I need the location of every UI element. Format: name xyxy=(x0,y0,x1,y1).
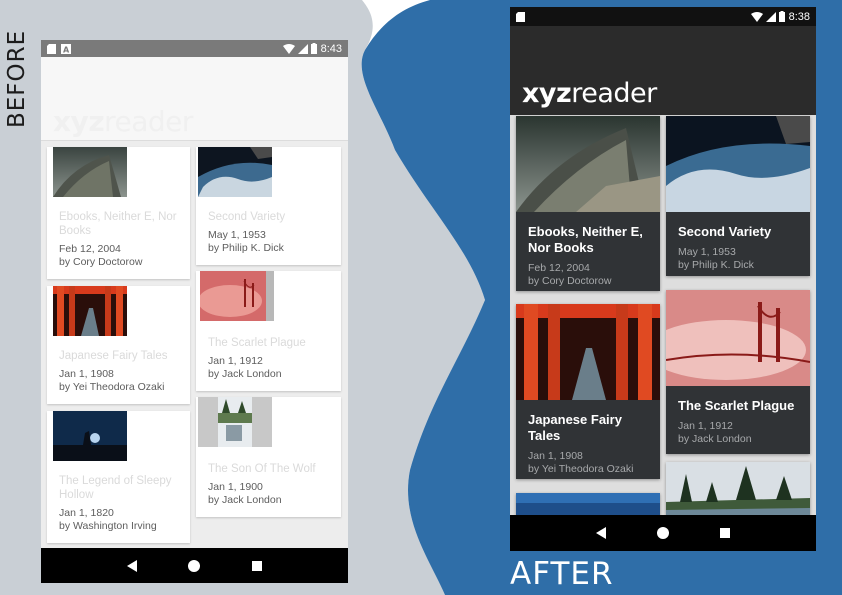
article-thumbnail xyxy=(53,286,127,336)
article-date: Jan 1, 1912 xyxy=(208,355,263,367)
article-image xyxy=(516,116,660,212)
app-logo: xyzreader xyxy=(522,78,657,109)
article-thumbnail xyxy=(200,271,274,321)
article-date: Jan 1, 1908 xyxy=(528,450,583,462)
article-card[interactable]: The Legend of Sleepy Hollow Jan 1, 1820 b… xyxy=(47,411,190,543)
recents-icon[interactable] xyxy=(252,560,263,571)
back-icon[interactable] xyxy=(595,527,606,539)
article-date: Feb 12, 2004 xyxy=(528,262,590,274)
sd-card-icon xyxy=(47,43,56,54)
article-date: Feb 12, 2004 xyxy=(59,243,121,255)
battery-icon xyxy=(310,43,317,54)
status-bar: 8:38 xyxy=(510,7,816,26)
svg-text:A: A xyxy=(63,45,70,54)
article-author: by Jack London xyxy=(208,368,282,380)
recents-icon[interactable] xyxy=(720,528,731,538)
article-title: The Legend of Sleepy Hollow xyxy=(59,475,172,501)
article-date: Jan 1, 1908 xyxy=(59,368,114,380)
article-thumbnail xyxy=(53,411,127,461)
after-label: AFTER xyxy=(510,556,614,592)
article-card[interactable]: Second Variety May 1, 1953 by Philip K. … xyxy=(196,147,341,265)
article-author: by Washington Irving xyxy=(59,520,157,532)
back-icon[interactable] xyxy=(126,559,137,572)
article-author: by Yei Theodora Ozaki xyxy=(59,381,165,393)
article-author: by Yei Theodora Ozaki xyxy=(528,463,634,475)
after-phone: 8:38 xyzreader Ebooks, Neither E, Nor Boo… xyxy=(510,7,816,551)
article-card[interactable]: The Scarlet Plague Jan 1, 1912 by Jack L… xyxy=(666,290,810,454)
article-card[interactable]: Japanese Fairy Tales Jan 1, 1908 by Yei … xyxy=(47,286,190,404)
article-title: The Son Of The Wolf xyxy=(208,463,316,475)
article-card[interactable]: Second Variety May 1, 1953 by Philip K. … xyxy=(666,116,810,276)
article-author: by Philip K. Dick xyxy=(678,259,754,271)
article-image xyxy=(666,116,810,212)
navigation-bar xyxy=(41,548,348,583)
article-date: Jan 1, 1912 xyxy=(678,420,733,432)
status-time: 8:43 xyxy=(320,42,342,55)
article-date: Jan 1, 1820 xyxy=(59,507,114,519)
wifi-icon xyxy=(750,11,763,22)
article-card[interactable]: Japanese Fairy Tales Jan 1, 1908 by Yei T… xyxy=(516,304,660,479)
article-title: Japanese Fairy Tales xyxy=(528,412,622,443)
home-icon[interactable] xyxy=(656,527,669,539)
signal-icon xyxy=(297,43,308,54)
article-date: May 1, 1953 xyxy=(208,229,266,241)
article-thumbnail xyxy=(198,397,272,447)
status-time: 8:38 xyxy=(788,10,810,23)
sd-card-icon xyxy=(516,11,525,22)
app-logo: xyzreader xyxy=(53,105,193,138)
article-title: The Scarlet Plague xyxy=(208,337,306,349)
article-image xyxy=(666,290,810,386)
article-author: by Philip K. Dick xyxy=(208,242,284,254)
article-card[interactable]: The Scarlet Plague Jan 1, 1912 by Jack L… xyxy=(196,271,341,391)
article-image xyxy=(516,304,660,400)
article-card[interactable]: The Son Of The Wolf Jan 1, 1900 by Jack … xyxy=(196,397,341,517)
article-card[interactable]: Ebooks, Neither E, Nor Books Feb 12, 2004… xyxy=(47,147,190,279)
article-thumbnail xyxy=(53,147,127,197)
article-title: Ebooks, Neither E, Nor Books xyxy=(59,211,177,237)
article-author: by Cory Doctorow xyxy=(59,256,143,268)
article-date: May 1, 1953 xyxy=(678,246,736,258)
app-bar: xyzreader xyxy=(510,26,816,115)
article-title: Ebooks, Neither E, Nor Books xyxy=(528,224,643,255)
article-title: Japanese Fairy Tales xyxy=(59,350,168,362)
article-author: by Cory Doctorow xyxy=(528,275,612,287)
article-thumbnail xyxy=(198,147,272,197)
article-date: Jan 1, 1900 xyxy=(208,481,263,493)
navigation-bar xyxy=(510,515,816,551)
home-icon[interactable] xyxy=(188,559,201,572)
article-title: Second Variety xyxy=(678,224,772,239)
signal-icon xyxy=(765,11,776,22)
article-title: Second Variety xyxy=(208,211,286,223)
article-author: by Jack London xyxy=(678,433,752,445)
wifi-icon xyxy=(282,43,295,54)
before-label: BEFORE xyxy=(4,29,30,128)
article-author: by Jack London xyxy=(208,494,282,506)
before-phone: A 8:43 xyzreader Ebooks, Neither E, Nor B… xyxy=(41,40,348,583)
app-bar: xyzreader xyxy=(41,57,348,141)
notification-a-icon: A xyxy=(61,43,71,54)
article-title: The Scarlet Plague xyxy=(678,398,795,413)
article-card[interactable]: Ebooks, Neither E, Nor Books Feb 12, 2004… xyxy=(516,116,660,291)
status-bar: A 8:43 xyxy=(41,40,348,57)
battery-icon xyxy=(778,11,785,22)
